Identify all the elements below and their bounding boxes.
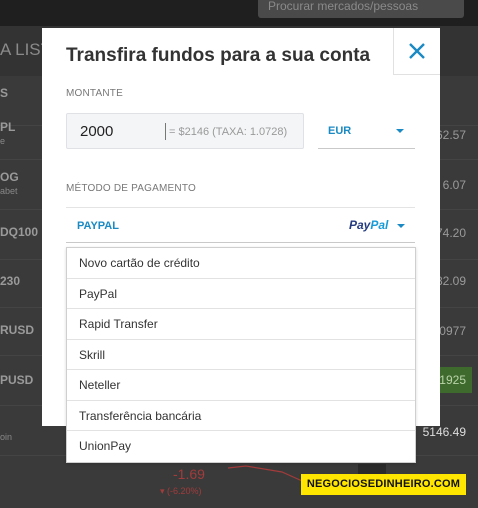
close-button[interactable] [393,28,440,75]
row-value: 0977 [439,324,466,338]
payment-option-neteller[interactable]: Neteller [67,370,415,401]
price-change-percent: ▾ (-6.20%) [160,486,202,496]
row-symbol: PL [0,120,16,134]
row-value: 5146.49 [422,425,466,439]
amount-conversion: = $2146 (TAXA: 1.0728) [169,126,288,138]
row-symbol: 230 [0,274,21,288]
row-symbol: PUSD [0,373,34,387]
amount-label: MONTANTE [66,88,123,99]
row-value: 74.20 [435,226,466,240]
row-value: 62.57 [435,128,466,142]
row-symbol: S [0,86,9,100]
payment-method-label: MÉTODO DE PAGAMENTO [66,183,196,194]
search-input[interactable]: Procurar mercados/pessoas [258,0,464,18]
payment-option-paypal[interactable]: PayPal [67,279,415,309]
currency-select[interactable]: EUR [318,113,415,149]
row-symbol: RUSD [0,323,35,337]
modal-title: Transfira fundos para a sua conta [66,45,371,66]
row-subtitle: e [0,136,6,146]
text-cursor [165,123,166,140]
payment-option-bank-transfer[interactable]: Transferência bancária [67,401,415,431]
payment-option-new-credit-card[interactable]: Novo cartão de crédito [67,248,415,279]
currency-value: EUR [328,125,352,137]
amount-value: 2000 [80,123,114,140]
payment-method-value: PAYPAL [77,220,119,232]
row-subtitle: oin [0,432,13,442]
amount-input[interactable]: 2000 = $2146 (TAXA: 1.0728) [66,113,304,149]
close-icon [409,43,425,59]
row-symbol: OG [0,170,19,184]
payment-option-rapid-transfer[interactable]: Rapid Transfer [67,309,415,340]
paypal-logo: PayPal [349,218,389,232]
payment-options-dropdown: Novo cartão de crédito PayPal Rapid Tran… [66,247,416,463]
row-subtitle: abet [0,186,18,196]
chevron-down-icon [397,224,405,228]
payment-option-skrill[interactable]: Skrill [67,340,415,370]
price-change: -1.69 [173,466,205,482]
payment-option-unionpay[interactable]: UnionPay [67,431,415,462]
payment-method-select[interactable]: PAYPAL PayPal [66,207,415,243]
chevron-down-icon [396,129,404,133]
row-value: 6.07 [442,178,466,192]
row-symbol: DQ100 [0,225,39,239]
row-value: 82.09 [435,274,466,288]
watermark: NEGOCIOSEDINHEIRO.COM [301,474,466,495]
